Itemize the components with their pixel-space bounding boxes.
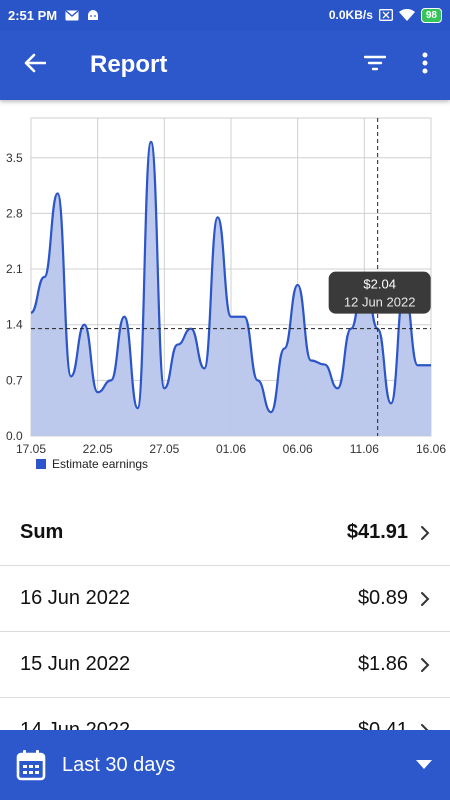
earnings-list: Sum $41.91 16 Jun 2022 $0.89 15 Jun 2022…: [0, 500, 450, 764]
data-point: [122, 315, 126, 319]
android-icon: [87, 9, 99, 21]
back-button[interactable]: [0, 30, 70, 100]
data-point: [322, 362, 326, 366]
tooltip-value: $2.04: [363, 277, 396, 292]
data-point: [309, 358, 313, 362]
data-point: [162, 386, 166, 390]
data-point: [336, 386, 340, 390]
chart-canvas[interactable]: 0.0 0.7 1.4 2.1 2.8 3.5 17.05 22.05 27.05 01.06 06…: [0, 100, 450, 480]
network-speed: 0.0KB/s: [328, 8, 373, 22]
more-vert-icon: [422, 52, 428, 79]
chevron-right-icon: [421, 591, 430, 606]
calendar-icon: [16, 748, 46, 782]
filter-icon: [363, 55, 387, 76]
x-tick-label: 27.05: [149, 442, 179, 456]
sim-icon: [378, 9, 393, 21]
y-tick-label: 3.5: [6, 151, 23, 165]
data-point: [389, 401, 393, 405]
data-point: [149, 140, 153, 144]
data-point: [29, 311, 33, 315]
x-tick-label: 06.06: [283, 442, 313, 456]
sum-value: $41.91: [346, 521, 408, 543]
x-tick-label: 01.06: [216, 442, 246, 456]
more-options-button[interactable]: [400, 30, 450, 100]
wifi-icon: [398, 9, 415, 21]
date-range-selector[interactable]: Last 30 days: [0, 730, 450, 800]
y-tick-label: 0.0: [6, 429, 23, 443]
y-tick-label: 2.1: [6, 262, 23, 276]
status-time: 2:51 PM: [8, 7, 58, 23]
list-item-value: $1.86: [357, 653, 408, 675]
data-point: [202, 366, 206, 370]
data-point: [42, 275, 46, 279]
chevron-right-icon: [421, 525, 430, 540]
x-tick-label: 11.06: [350, 442, 379, 456]
app-bar: Report: [0, 30, 450, 100]
data-point: [96, 390, 100, 394]
arrow-left-icon: [24, 53, 47, 78]
data-point: [269, 410, 273, 414]
x-tick-label: 17.05: [16, 442, 46, 456]
data-point: [109, 378, 113, 382]
sum-row[interactable]: Sum $41.91: [0, 500, 450, 566]
chart-legend: Estimate earnings: [36, 457, 148, 471]
data-point: [216, 215, 220, 219]
page-title: Report: [90, 51, 168, 78]
data-point: [82, 323, 86, 327]
filter-button[interactable]: [350, 30, 400, 100]
data-point: [429, 363, 433, 367]
mail-icon: [65, 9, 79, 21]
chevron-right-icon: [421, 657, 430, 672]
sum-label: Sum: [20, 521, 64, 543]
y-tick-label: 2.8: [6, 206, 23, 220]
data-point: [282, 347, 286, 351]
list-item-date: 15 Jun 2022: [20, 653, 131, 675]
tooltip-date: 12 Jun 2022: [344, 295, 416, 310]
list-item-value: $0.89: [357, 587, 408, 609]
caret-down-icon[interactable]: [414, 755, 434, 775]
data-point: [69, 374, 73, 378]
data-point: [296, 283, 300, 287]
list-item-date: 16 Jun 2022: [20, 587, 131, 609]
data-point: [136, 406, 140, 410]
data-point: [242, 315, 246, 319]
y-tick-label: 1.4: [6, 318, 23, 332]
legend-swatch: [36, 459, 46, 469]
data-point: [176, 343, 180, 347]
data-point: [256, 378, 260, 382]
battery-icon: 98: [420, 7, 442, 23]
earnings-chart[interactable]: 0.0 0.7 1.4 2.1 2.8 3.5 17.05 22.05 27.05 01.06 06…: [0, 100, 450, 480]
date-range-label: Last 30 days: [62, 753, 176, 776]
list-item[interactable]: 16 Jun 2022 $0.89: [0, 566, 450, 632]
data-point: [229, 315, 233, 319]
legend-label: Estimate earnings: [52, 457, 149, 471]
y-tick-label: 0.7: [6, 373, 23, 387]
x-tick-label: 22.05: [83, 442, 113, 456]
x-tick-label: 16.06: [416, 442, 446, 456]
list-item[interactable]: 15 Jun 2022 $1.86: [0, 632, 450, 698]
data-point: [416, 363, 420, 367]
data-point: [56, 192, 60, 196]
status-bar: 2:51 PM 0.0KB/s 98: [0, 0, 450, 30]
